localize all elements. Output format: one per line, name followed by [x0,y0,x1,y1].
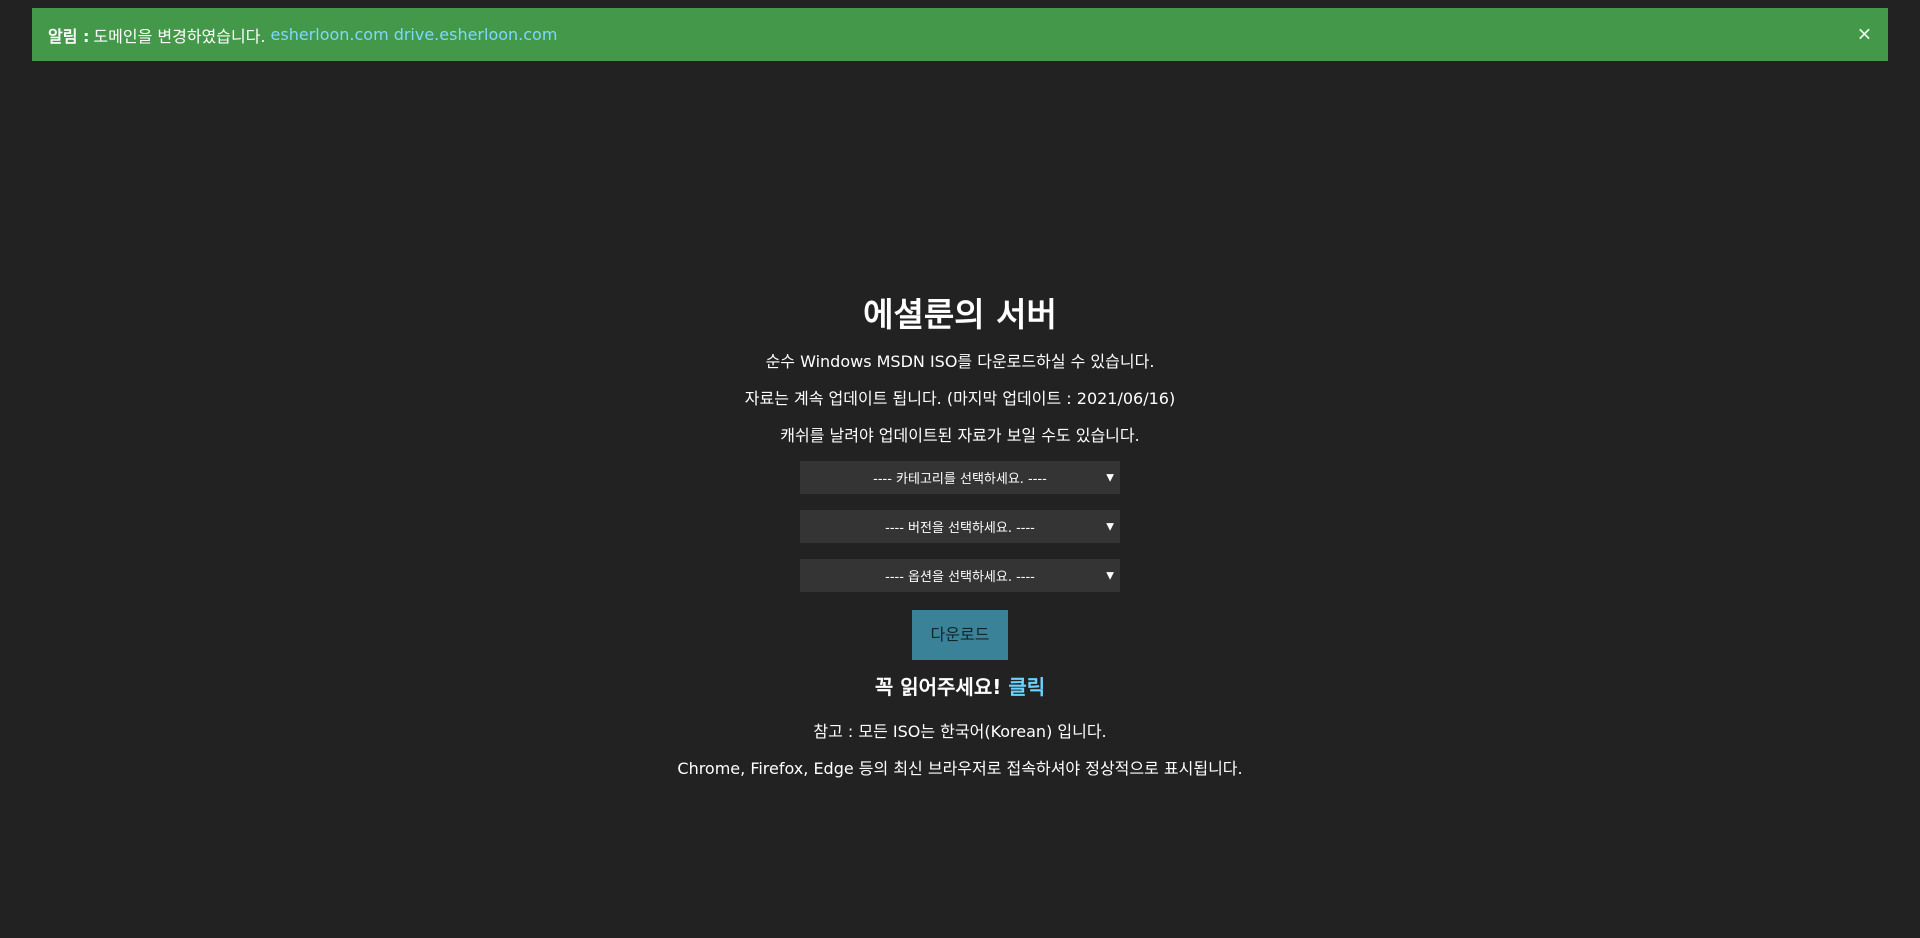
version-select[interactable]: ---- 버전을 선택하세요. ---- ▼ [800,510,1120,543]
select-group: ---- 카테고리를 선택하세요. ---- ▼ ---- 버전을 선택하세요.… [0,461,1920,592]
category-select-value: ---- 카테고리를 선택하세요. ---- [873,472,1047,487]
category-select[interactable]: ---- 카테고리를 선택하세요. ---- ▼ [800,461,1120,494]
chevron-down-icon: ▼ [1106,472,1114,483]
link-drive-esherloon[interactable]: drive.esherloon.com [394,25,558,44]
option-select-value: ---- 옵션을 선택하세요. ---- [885,570,1035,585]
download-button[interactable]: 다운로드 [912,610,1008,660]
note-korean: 참고 : 모든 ISO는 한국어(Korean) 입니다. [813,722,1107,741]
domain-change-alert: 알림 : 도메인을 변경하였습니다. esherloon.com drive.e… [32,8,1888,61]
chevron-down-icon: ▼ [1106,570,1114,581]
chevron-down-icon: ▼ [1106,521,1114,532]
page-title: 에셜룬의 서버 [863,295,1057,334]
read-notice: 꼭 읽어주세요! 클릭 [0,672,1920,702]
note-browsers: Chrome, Firefox, Edge 등의 최신 브라우저로 접속하셔야 … [677,759,1243,778]
main-content: 에셜룬의 서버 순수 Windows MSDN ISO를 다운로드하실 수 있습… [0,290,1920,787]
description-line-2: 자료는 계속 업데이트 됩니다. (마지막 업데이트 : 2021/06/16) [744,389,1176,408]
alert-label: 알림 : [48,26,90,46]
read-notice-text: 꼭 읽어주세요! [874,675,1002,699]
description-line-3: 캐쉬를 날려야 업데이트된 자료가 보일 수도 있습니다. [780,426,1140,445]
version-select-value: ---- 버전을 선택하세요. ---- [885,521,1035,536]
alert-text: 도메인을 변경하였습니다. [93,26,266,46]
link-esherloon[interactable]: esherloon.com [271,25,389,44]
notes: 참고 : 모든 ISO는 한국어(Korean) 입니다. Chrome, Fi… [0,713,1920,787]
close-icon[interactable]: ✕ [1857,24,1872,45]
read-notice-link[interactable]: 클릭 [1008,675,1045,699]
description-line-1: 순수 Windows MSDN ISO를 다운로드하실 수 있습니다. [765,352,1155,371]
option-select[interactable]: ---- 옵션을 선택하세요. ---- ▼ [800,559,1120,592]
